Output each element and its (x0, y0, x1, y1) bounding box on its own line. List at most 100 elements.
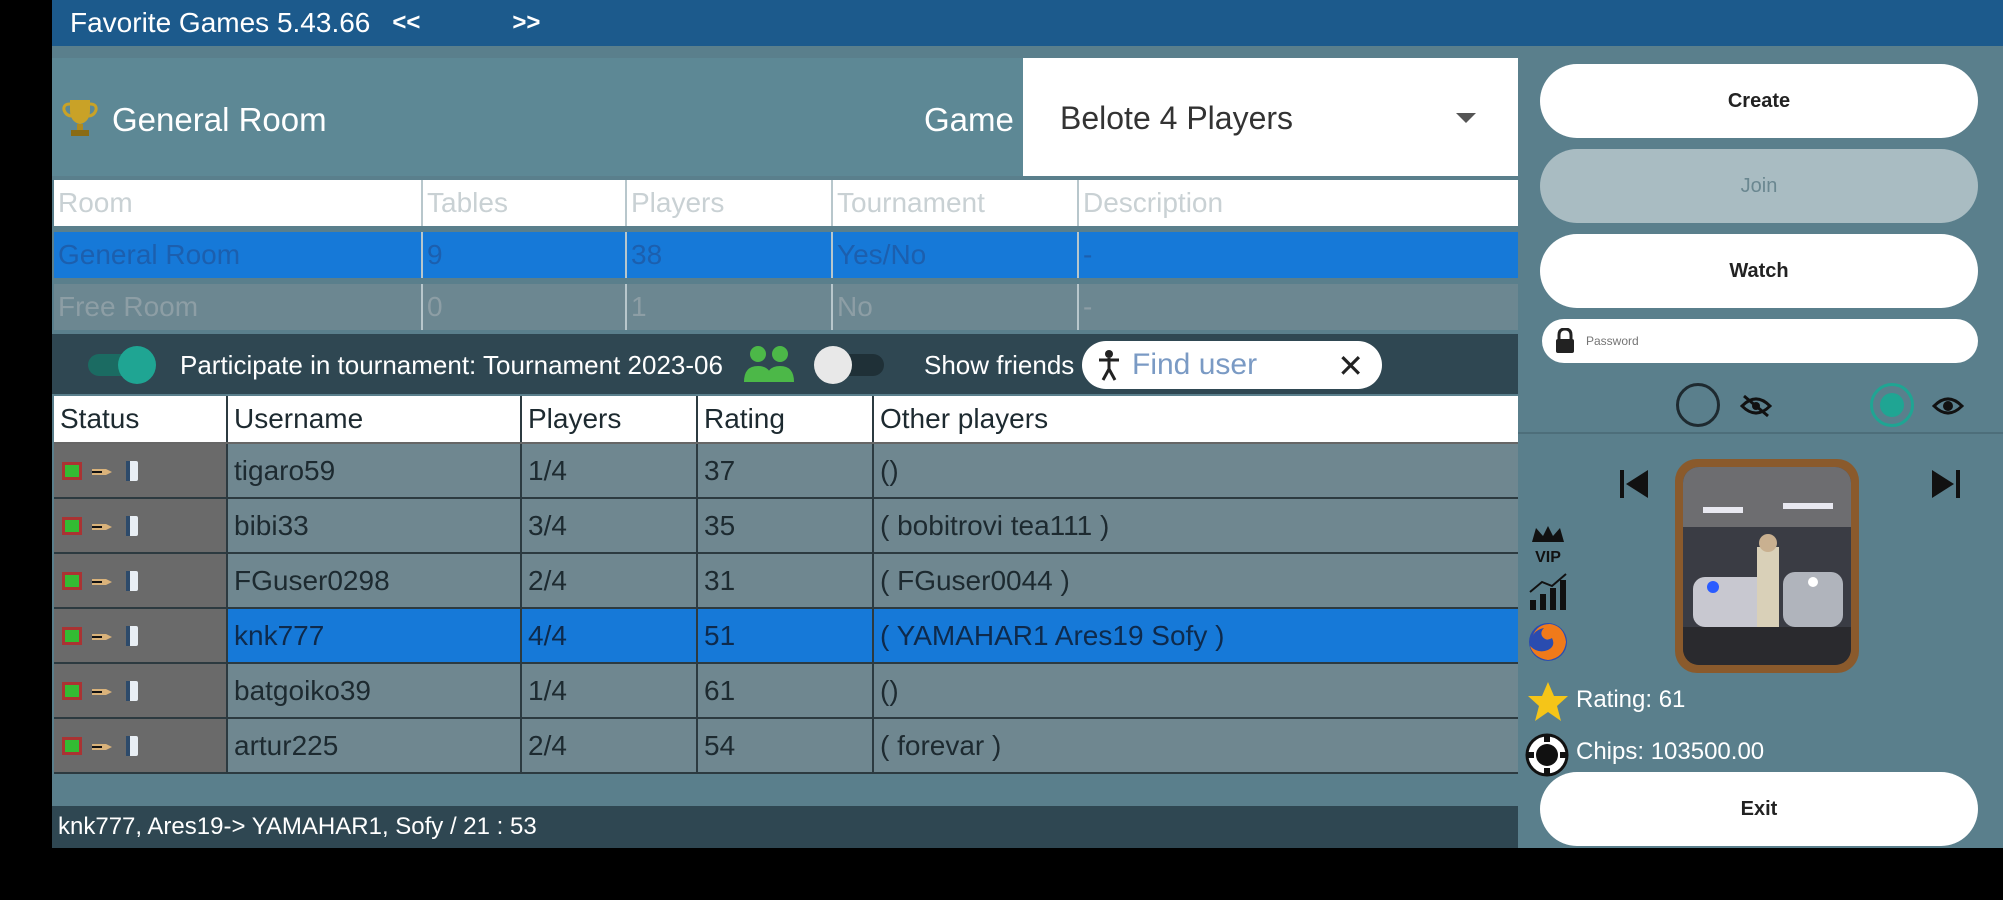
col-username[interactable]: Username (228, 396, 522, 442)
user-username: batgoiko39 (228, 664, 522, 717)
col-room[interactable]: Room (54, 180, 423, 226)
rooms-table: Room Tables Players Tournament Descripti… (54, 180, 1518, 336)
user-row[interactable]: batgoiko39 1/4 61() (54, 664, 1518, 719)
room-tournament: No (833, 284, 1079, 330)
room-players: 38 (627, 232, 833, 278)
room-header: General Room Game Belote 4 Players (52, 58, 1518, 176)
clear-icon[interactable]: ✕ (1337, 347, 1364, 385)
rating-text: Rating: 61 (1576, 686, 1686, 713)
tournament-toggle[interactable] (88, 346, 158, 384)
create-button[interactable]: Create (1540, 64, 1978, 138)
room-tournament: Yes/No (833, 232, 1079, 278)
device-icon (126, 625, 138, 646)
find-user-box: ✕ (1082, 341, 1382, 389)
table-icon (62, 516, 82, 535)
user-rating: 54 (698, 719, 874, 772)
game-select[interactable]: Belote 4 Players (1023, 58, 1518, 176)
user-status (54, 719, 228, 772)
user-row[interactable]: knk777 4/4 51( YAMAHAR1 Ares19 Sofy ) (54, 609, 1518, 664)
user-other-players: ( bobitrovi tea111 ) (874, 499, 1518, 552)
device-icon (126, 515, 138, 536)
app-window: Favorite Games 5.43.66 << >> General Roo… (52, 0, 2003, 848)
col-description[interactable]: Description (1079, 180, 1518, 226)
room-players: 1 (627, 284, 833, 330)
user-username: artur225 (228, 719, 522, 772)
prev-button[interactable]: << (392, 9, 420, 37)
room-name: Free Room (54, 284, 423, 330)
user-players: 2/4 (522, 719, 698, 772)
room-description: - (1079, 232, 1518, 278)
tournament-bar: Participate in tournament: Tournament 20… (52, 334, 1518, 394)
device-icon (126, 460, 138, 481)
user-row[interactable]: bibi33 3/4 35( bobitrovi tea111 ) (54, 499, 1518, 554)
password-input[interactable] (1586, 329, 1956, 353)
user-rating: 51 (698, 609, 874, 662)
room-row[interactable]: Free Room 0 1 No - (54, 284, 1518, 330)
right-panel: Create Join Watch VIP Rating: 61 Chips: … (1518, 46, 2003, 848)
show-friends-label: Show friends (924, 350, 1075, 380)
eye-icon (1932, 397, 1964, 415)
visible-radio[interactable] (1870, 383, 1914, 427)
col-rating[interactable]: Rating (698, 396, 874, 442)
avatar (1675, 459, 1859, 673)
table-icon (62, 626, 82, 645)
chips-text: Chips: 103500.00 (1576, 738, 1765, 765)
skip-next-icon[interactable] (1928, 466, 1964, 502)
next-button[interactable]: >> (512, 9, 540, 37)
user-username: knk777 (228, 609, 522, 662)
status-icons (60, 514, 144, 538)
room-row[interactable]: General Room 9 38 Yes/No - (54, 232, 1518, 278)
status-icons (60, 569, 144, 593)
device-icon (126, 570, 138, 591)
user-players: 2/4 (522, 554, 698, 607)
hand-icon (92, 633, 112, 640)
col-tournament[interactable]: Tournament (833, 180, 1079, 226)
hand-icon (92, 523, 112, 530)
table-icon (62, 736, 82, 755)
watch-button[interactable]: Watch (1540, 234, 1978, 308)
user-rating: 31 (698, 554, 874, 607)
user-other-players: ( FGuser0044 ) (874, 554, 1518, 607)
room-description: - (1079, 284, 1518, 330)
user-status (54, 444, 228, 497)
user-row[interactable]: FGuser0298 2/4 31( FGuser0044 ) (54, 554, 1518, 609)
col-other-players[interactable]: Other players (874, 396, 1518, 442)
user-status (54, 609, 228, 662)
col-players[interactable]: Players (627, 180, 833, 226)
hand-icon (92, 578, 112, 585)
col-players[interactable]: Players (522, 396, 698, 442)
user-username: tigaro59 (228, 444, 522, 497)
table-icon (62, 681, 82, 700)
tournament-label: Participate in tournament: Tournament 20… (180, 350, 723, 380)
user-username: FGuser0298 (228, 554, 522, 607)
vip-crown-icon: VIP (1532, 526, 1564, 566)
password-box (1542, 319, 1978, 363)
status-bar: knk777, Ares19-> YAMAHAR1, Sofy / 21 : 5… (52, 806, 1518, 848)
skip-previous-icon[interactable] (1616, 466, 1652, 502)
col-status[interactable]: Status (54, 396, 228, 442)
table-icon (62, 461, 82, 480)
show-friends-toggle[interactable] (814, 346, 884, 384)
room-tables: 0 (423, 284, 627, 330)
user-other-players: ( forevar ) (874, 719, 1518, 772)
firefox-icon (1529, 623, 1567, 661)
find-user-input[interactable] (1132, 347, 1332, 383)
lock-icon (1556, 328, 1574, 353)
status-icons (60, 624, 144, 648)
user-other-players: () (874, 444, 1518, 497)
join-button[interactable]: Join (1540, 149, 1978, 223)
user-row[interactable]: tigaro59 1/4 37() (54, 444, 1518, 499)
status-icons (60, 679, 144, 703)
room-name: General Room (54, 232, 423, 278)
caret-down-icon (1456, 113, 1476, 123)
col-tables[interactable]: Tables (423, 180, 627, 226)
vip-text: VIP (1535, 549, 1561, 566)
toggle-knob (814, 346, 852, 384)
hidden-radio[interactable] (1676, 383, 1720, 427)
status-icons (60, 459, 144, 483)
user-username: bibi33 (228, 499, 522, 552)
room-tables: 9 (423, 232, 627, 278)
user-row[interactable]: artur225 2/4 54( forevar ) (54, 719, 1518, 774)
user-status (54, 664, 228, 717)
exit-button[interactable]: Exit (1540, 772, 1978, 846)
